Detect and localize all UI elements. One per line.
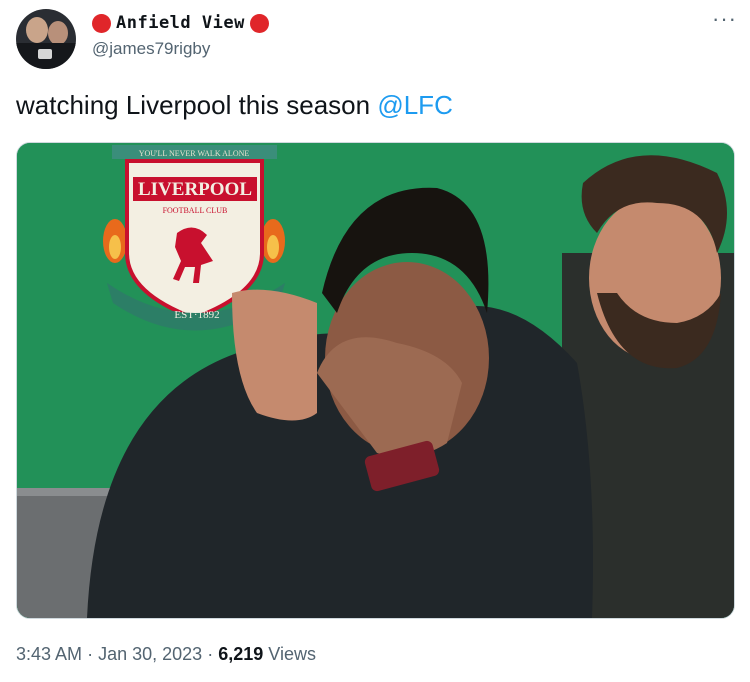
red-circle-emoji-icon bbox=[249, 13, 269, 33]
author-handle[interactable]: @james79rigby bbox=[92, 39, 210, 59]
views-count: 6,219 bbox=[218, 644, 264, 664]
flame-left-inner bbox=[109, 235, 121, 259]
crest-subtitle: FOOTBALL CLUB bbox=[163, 206, 228, 215]
avatar-face-right bbox=[48, 21, 68, 45]
crest-est: EST·1892 bbox=[174, 309, 219, 321]
mention-link[interactable]: @LFC bbox=[377, 90, 453, 120]
flame-right-inner bbox=[267, 235, 279, 259]
media-illustration: YOU'LL NEVER WALK ALONE LIVERPOOL FOOTBA… bbox=[17, 143, 734, 618]
author-display-name[interactable]: Anfield View bbox=[116, 13, 245, 33]
tweet-body: watching Liverpool this season bbox=[16, 90, 378, 120]
avatar[interactable] bbox=[16, 9, 76, 69]
red-circle-emoji-icon bbox=[92, 13, 111, 33]
views-label: Views bbox=[268, 644, 316, 664]
tweet-date[interactable]: Jan 30, 2023 bbox=[98, 644, 202, 664]
tweet-text: watching Liverpool this season @LFC bbox=[16, 90, 453, 121]
tweet-time[interactable]: 3:43 AM bbox=[16, 644, 82, 664]
author-name-row[interactable]: Anfield View bbox=[92, 11, 269, 35]
avatar-scarf bbox=[38, 49, 52, 59]
more-horizontal-icon[interactable]: ··· bbox=[712, 8, 737, 30]
crest-banner-text: YOU'LL NEVER WALK ALONE bbox=[139, 149, 250, 158]
meta-separator: · bbox=[207, 644, 214, 664]
tweet-media-image[interactable]: YOU'LL NEVER WALK ALONE LIVERPOOL FOOTBA… bbox=[16, 142, 735, 619]
meta-separator: · bbox=[87, 644, 94, 664]
crest-title: LIVERPOOL bbox=[138, 179, 252, 200]
avatar-face-left bbox=[26, 17, 48, 43]
tweet-meta: 3:43 AM · Jan 30, 2023 · 6,219 Views bbox=[16, 644, 316, 665]
